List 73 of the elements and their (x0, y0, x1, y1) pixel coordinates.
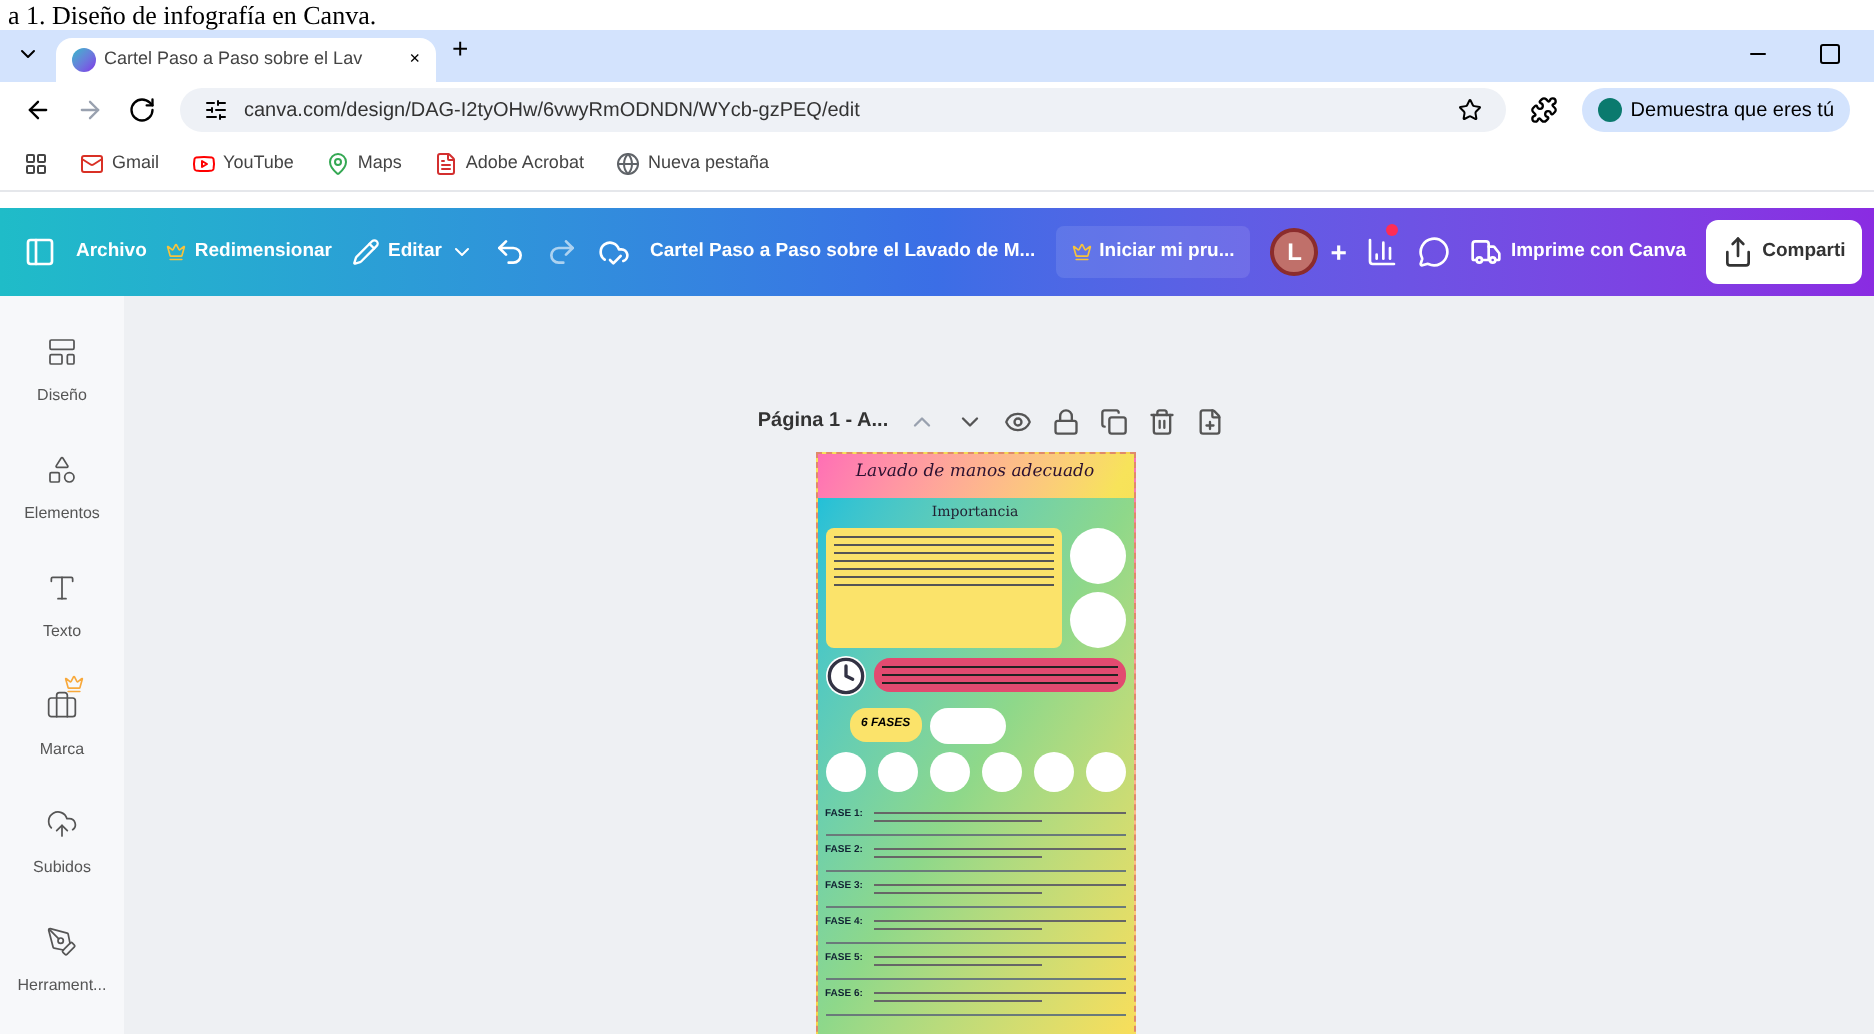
share-button[interactable]: Comparti (1706, 220, 1862, 284)
avatar-icon (1598, 98, 1623, 122)
sidebar-item[interactable]: Herrament... (9, 910, 115, 998)
trash-icon[interactable] (1148, 407, 1177, 435)
forward-icon[interactable] (76, 96, 104, 124)
sidebar-icon (46, 336, 78, 368)
bookmark-icon (191, 152, 216, 176)
site-settings-icon[interactable] (204, 98, 228, 122)
extensions-icon[interactable] (1530, 96, 1559, 124)
add-page-icon[interactable] (1196, 407, 1225, 435)
eye-icon[interactable] (1004, 407, 1033, 435)
page-label: Página 1 - A... (757, 408, 889, 436)
pencil-icon (352, 238, 381, 266)
browser-tab[interactable]: Cartel Paso a Paso sobre el Lav × (56, 38, 436, 82)
trial-button[interactable]: Iniciar mi pru... (1055, 225, 1251, 279)
user-avatar[interactable]: L (1270, 228, 1319, 276)
hand-illustration-placeholder (1033, 751, 1073, 791)
bookmark-star-icon[interactable] (1458, 98, 1483, 122)
canva-logo-icon (72, 48, 96, 72)
illustration-placeholder (1069, 591, 1125, 647)
close-icon[interactable]: × (409, 46, 420, 74)
crown-icon (1071, 242, 1092, 262)
lock-icon[interactable] (1052, 407, 1081, 435)
alarm-clock-icon (825, 655, 865, 695)
illustration-placeholder (930, 707, 1007, 743)
sidebar-icon (45, 690, 78, 722)
back-icon[interactable] (24, 96, 52, 124)
poster-title: Lavado de manos adecuado (853, 460, 1097, 486)
document-heading: a 1. Diseño de infografía en Canva. (6, 0, 379, 30)
profile-chip[interactable]: Demuestra que eres tú (1582, 88, 1850, 132)
add-button[interactable]: + (1330, 231, 1347, 273)
bookmark-link[interactable]: Adobe Acrobat (433, 150, 584, 178)
apps-icon[interactable] (24, 152, 48, 176)
url-text: canva.com/design/DAG-I2tyOHw/6vwyRmODNDN/WYcb-gzPEQ/edit (244, 97, 862, 125)
truck-icon (1470, 236, 1503, 268)
sidebar-item[interactable]: Texto (34, 556, 90, 644)
hand-illustration-placeholder (825, 751, 865, 791)
crown-icon (166, 242, 187, 262)
sidebar-icon (46, 926, 78, 958)
comment-icon[interactable] (1418, 236, 1451, 268)
bookmark-link[interactable]: Gmail (80, 150, 160, 178)
design-title[interactable]: Cartel Paso a Paso sobre el Lavado de M... (649, 237, 1036, 267)
sidebar-item[interactable]: Elementos (16, 438, 108, 526)
panel-toggle-icon[interactable] (24, 236, 56, 268)
sidebar-icon (45, 808, 78, 840)
saved-icon[interactable] (597, 236, 630, 268)
sidebar-icon (45, 454, 78, 486)
insights-icon[interactable] (1366, 236, 1399, 268)
bookmark-link[interactable]: Maps (325, 150, 402, 178)
illustration-placeholder (1069, 527, 1125, 583)
sidebar-item[interactable]: Diseño (29, 320, 95, 408)
bookmark-icon (615, 152, 640, 176)
hand-illustration-placeholder (981, 751, 1021, 791)
sidebar-item[interactable]: Subidos (25, 792, 99, 880)
bookmark-link[interactable]: YouTube (191, 150, 294, 178)
sidebar-item[interactable]: Marca (31, 674, 93, 762)
sidebar-icon (46, 572, 78, 604)
new-tab-button[interactable]: + (452, 28, 469, 70)
hand-illustration-placeholder (929, 751, 969, 791)
hand-illustration-placeholder (1085, 751, 1125, 791)
bookmark-link[interactable]: Nueva pestaña (615, 150, 769, 178)
bookmark-icon (80, 152, 104, 176)
address-bar[interactable]: canva.com/design/DAG-I2tyOHw/6vwyRmODNDN/WYcb-gzPEQ/edit (180, 88, 1507, 132)
hand-illustration-placeholder (877, 751, 917, 791)
bookmark-icon (433, 152, 458, 176)
duplicate-icon[interactable] (1100, 407, 1129, 435)
reload-icon[interactable] (128, 96, 156, 124)
share-icon (1722, 236, 1755, 268)
restore-icon[interactable] (1818, 42, 1842, 66)
tab-title: Cartel Paso a Paso sobre el Lav (104, 46, 365, 73)
print-button[interactable]: Imprime con Canva (1470, 236, 1687, 268)
bookmark-icon (325, 152, 350, 176)
undo-icon[interactable] (493, 236, 526, 268)
